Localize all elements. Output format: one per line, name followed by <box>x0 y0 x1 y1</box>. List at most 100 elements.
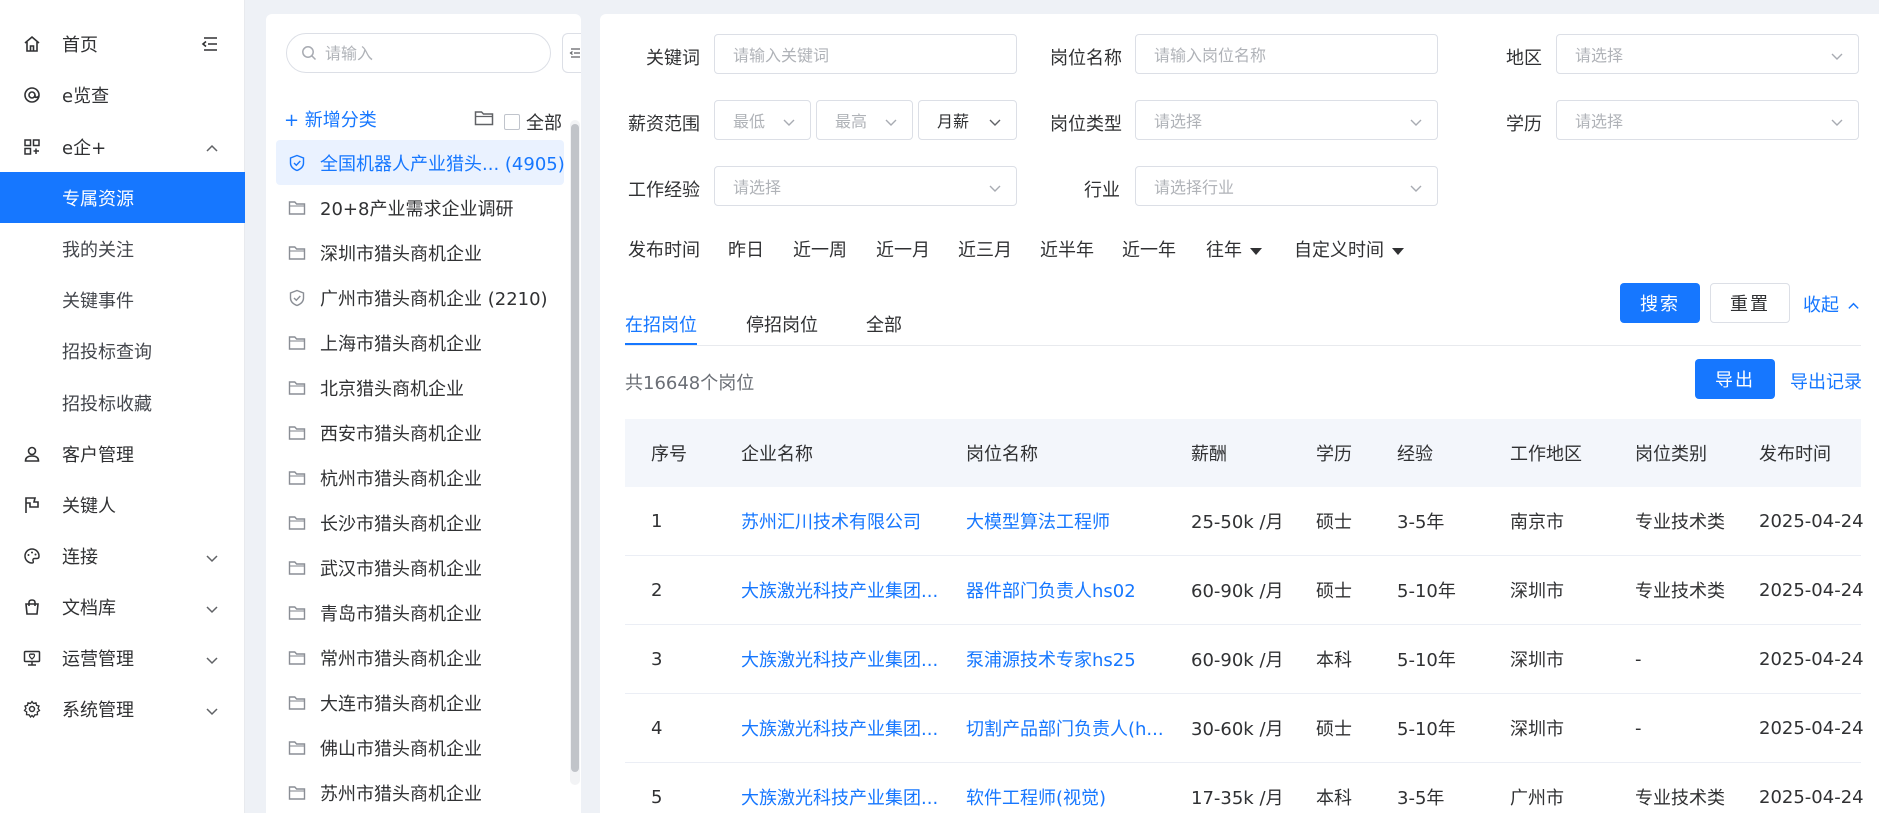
keyword-label: 关键词 <box>646 48 700 69</box>
publish-last-year[interactable]: 近一年 <box>1122 236 1176 262</box>
category-label: 杭州市猎头商机企业 <box>320 468 482 490</box>
category-list: 全国机器人产业猎头... (4905) 20+8产业需求企业调研 深圳市猎头商机企业… <box>276 140 565 813</box>
category-item[interactable]: 长沙市猎头商机企业 <box>276 500 564 545</box>
category-item[interactable]: 北京猎头商机企业 <box>276 365 564 410</box>
cell-position[interactable]: 器件部门负责人hs02 <box>966 577 1136 603</box>
chevron-down-icon <box>1830 114 1844 128</box>
add-category-link[interactable]: + 新增分类 <box>284 106 377 132</box>
nav-operations-management[interactable]: 运营管理 <box>0 632 245 683</box>
chevron-down-icon <box>1409 114 1423 128</box>
salary-max-select[interactable]: 最高 <box>816 100 913 140</box>
export-record-link[interactable]: 导出记录 <box>1790 368 1862 394</box>
work-experience-select[interactable]: 请选择 <box>714 166 1017 206</box>
nav-customer-management[interactable]: 客户管理 <box>0 428 245 479</box>
category-scrollbar[interactable] <box>570 120 580 785</box>
select-all-checkbox[interactable]: 全部 <box>504 109 562 135</box>
collapse-filters-link[interactable]: 收起 <box>1803 291 1860 317</box>
table-header: 序号 企业名称 岗位名称 薪酬 学历 经验 工作地区 岗位类别 发布时间 <box>625 419 1861 487</box>
publish-yesterday[interactable]: 昨日 <box>728 236 764 262</box>
search-button[interactable]: 搜索 <box>1620 283 1700 323</box>
cell-company[interactable]: 大族激光科技产业集团... <box>741 646 938 672</box>
select-all-label: 全部 <box>526 113 562 134</box>
category-item[interactable]: 上海市猎头商机企业 <box>276 320 564 365</box>
publish-last-half-year[interactable]: 近半年 <box>1040 236 1094 262</box>
publish-previous-years[interactable]: 往年 <box>1206 236 1262 262</box>
salary-unit-select[interactable]: 月薪 <box>918 100 1017 140</box>
tab-all[interactable]: 全部 <box>866 311 902 337</box>
publish-last-month[interactable]: 近一月 <box>876 236 930 262</box>
collapse-menu-icon[interactable] <box>200 34 222 56</box>
publish-last-three-months[interactable]: 近三月 <box>958 236 1012 262</box>
category-label: 全国机器人产业猎头... (4905) <box>320 153 565 175</box>
table-body: 1 苏州汇川技术有限公司 大模型算法工程师 25-50k /月 硕士 3-5年 南京市 专业技… <box>625 487 1864 813</box>
publish-custom-time[interactable]: 自定义时间 <box>1294 236 1404 262</box>
nav-document-library[interactable]: 文档库 <box>0 581 245 632</box>
category-item[interactable]: 常州市猎头商机企业 <box>276 635 564 680</box>
cell-job-category: 专业技术类 <box>1635 512 1725 533</box>
category-item[interactable]: 广州市猎头商机企业 (2210) <box>276 275 564 320</box>
category-item[interactable]: 武汉市猎头商机企业 <box>276 545 564 590</box>
cell-position[interactable]: 大模型算法工程师 <box>966 508 1110 534</box>
region-select[interactable]: 请选择 <box>1556 34 1859 74</box>
folder-icon[interactable] <box>474 109 494 127</box>
category-item[interactable]: 西安市猎头商机企业 <box>276 410 564 455</box>
nav-label: 文档库 <box>62 597 116 619</box>
chevron-down-icon <box>782 114 796 128</box>
category-item[interactable]: 全国机器人产业猎头... (4905) <box>276 140 565 185</box>
cell-company[interactable]: 大族激光科技产业集团... <box>741 577 938 603</box>
category-item[interactable]: 20+8产业需求企业调研 <box>276 185 564 230</box>
cell-index: 2 <box>651 579 663 601</box>
nav-exclusive-resources[interactable]: 专属资源 <box>0 172 245 223</box>
cell-experience: 5-10年 <box>1397 581 1456 602</box>
category-item[interactable]: 大连市猎头商机企业 <box>276 680 564 725</box>
category-item[interactable]: 深圳市猎头商机企业 <box>276 230 564 275</box>
category-item[interactable]: 杭州市猎头商机企业 <box>276 455 564 500</box>
cell-salary: 30-60k /月 <box>1191 719 1284 740</box>
cell-company[interactable]: 苏州汇川技术有限公司 <box>741 508 921 534</box>
education-select[interactable]: 请选择 <box>1556 100 1859 140</box>
folder-icon <box>288 424 306 442</box>
keyword-input[interactable]: 请输入关键词 <box>714 34 1017 74</box>
export-button[interactable]: 导出 <box>1695 359 1775 399</box>
nav-label: 关键事件 <box>62 290 134 312</box>
checkbox-box[interactable] <box>504 114 520 130</box>
nav-key-events[interactable]: 关键事件 <box>0 274 245 325</box>
tab-stopped[interactable]: 停招岗位 <box>746 311 818 337</box>
nav-system-management[interactable]: 系统管理 <box>0 683 245 734</box>
cell-position[interactable]: 切割产品部门负责人(h... <box>966 715 1164 741</box>
scrollbar-thumb[interactable] <box>571 124 579 772</box>
nav-label: 招投标查询 <box>62 341 152 363</box>
nav-e-lancha[interactable]: e览查 <box>0 69 245 120</box>
industry-select[interactable]: 请选择行业 <box>1135 166 1438 206</box>
salary-max-placeholder: 最高 <box>835 112 868 131</box>
salary-min-select[interactable]: 最低 <box>714 100 811 140</box>
cell-publish-time: 2025-04-24 <box>1759 717 1864 739</box>
chevron-down-icon <box>988 114 1002 128</box>
nav-connect[interactable]: 连接 <box>0 530 245 581</box>
tab-hiring[interactable]: 在招岗位 <box>625 311 697 337</box>
cell-position[interactable]: 软件工程师(视觉) <box>966 784 1106 810</box>
nav-bidding-favorites[interactable]: 招投标收藏 <box>0 377 245 428</box>
industry-placeholder: 请选择行业 <box>1154 178 1235 197</box>
work-experience-label: 工作经验 <box>628 180 700 201</box>
category-search-input[interactable] <box>325 43 525 63</box>
cell-position[interactable]: 泵浦源技术专家hs25 <box>966 646 1136 672</box>
chevron-down-icon <box>205 549 219 563</box>
nav-key-person[interactable]: 关键人 <box>0 479 245 530</box>
category-item[interactable]: 苏州市猎头商机企业 <box>276 770 564 813</box>
nav-my-follows[interactable]: 我的关注 <box>0 223 245 274</box>
cell-company[interactable]: 大族激光科技产业集团... <box>741 784 938 810</box>
category-item[interactable]: 佛山市猎头商机企业 <box>276 725 564 770</box>
category-label: 长沙市猎头商机企业 <box>320 513 482 535</box>
nav-bidding-search[interactable]: 招投标查询 <box>0 325 245 376</box>
reset-button[interactable]: 重置 <box>1710 283 1790 323</box>
publish-last-week[interactable]: 近一周 <box>793 236 847 262</box>
nav-e-qi-plus[interactable]: e企+ <box>0 121 245 172</box>
category-item[interactable]: 青岛市猎头商机企业 <box>276 590 564 635</box>
position-name-input[interactable]: 请输入岗位名称 <box>1135 34 1438 74</box>
cell-company[interactable]: 大族激光科技产业集团... <box>741 715 938 741</box>
table-row: 5 大族激光科技产业集团... 软件工程师(视觉) 17-35k /月 本科 3-5年 广州… <box>625 763 1864 813</box>
category-collapse-toggle[interactable] <box>562 33 581 73</box>
folder-icon <box>288 559 306 577</box>
job-type-select[interactable]: 请选择 <box>1135 100 1438 140</box>
